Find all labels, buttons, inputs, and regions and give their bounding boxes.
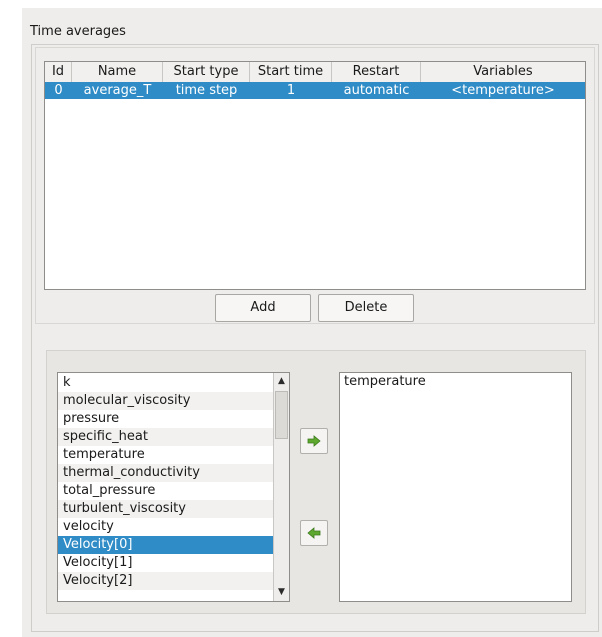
column-header-start-time[interactable]: Start time	[250, 62, 332, 82]
green-right-arrow-icon	[307, 435, 321, 447]
selected-variables-items: temperature	[340, 373, 571, 391]
add-variable-button[interactable]	[300, 428, 328, 454]
list-item[interactable]: Velocity[1]	[58, 554, 274, 572]
column-header-restart[interactable]: Restart	[332, 62, 421, 82]
delete-button[interactable]: Delete	[318, 294, 414, 322]
scroll-down-arrow-icon[interactable]: ▼	[274, 585, 289, 600]
list-item[interactable]: Velocity[2]	[58, 572, 274, 590]
column-header-id[interactable]: Id	[45, 62, 72, 82]
scroll-up-arrow-icon[interactable]: ▲	[274, 374, 289, 389]
cell-name[interactable]: average_T	[72, 82, 163, 99]
list-item[interactable]: temperature	[340, 373, 571, 391]
list-item[interactable]: velocity	[58, 518, 274, 536]
list-item[interactable]: temperature	[58, 446, 274, 464]
list-item[interactable]: molecular_viscosity	[58, 392, 274, 410]
green-left-arrow-icon	[307, 527, 321, 539]
list-item[interactable]: thermal_conductivity	[58, 464, 274, 482]
column-header-start-type[interactable]: Start type	[163, 62, 250, 82]
list-item[interactable]: Velocity[0]	[58, 536, 274, 554]
cell-id[interactable]: 0	[45, 82, 72, 99]
cell-restart[interactable]: automatic	[332, 82, 421, 99]
cell-variables[interactable]: <temperature>	[421, 82, 585, 99]
list-item[interactable]: total_pressure	[58, 482, 274, 500]
vertical-scrollbar[interactable]: ▲ ▼	[273, 373, 289, 601]
list-item[interactable]: k	[58, 374, 274, 392]
selected-variables-list[interactable]: temperature	[339, 372, 572, 602]
table-row[interactable]: 0 average_T time step 1 automatic <tempe…	[45, 82, 585, 99]
add-button[interactable]: Add	[215, 294, 311, 322]
table-header: Id Name Start type Start time Restart Va…	[45, 62, 585, 83]
available-variables-items: k molecular_viscosity pressure specific_hea…	[58, 374, 274, 590]
time-averages-table[interactable]: Id Name Start type Start time Restart Va…	[44, 61, 586, 290]
list-item[interactable]: pressure	[58, 410, 274, 428]
scrollbar-thumb[interactable]	[275, 391, 288, 439]
list-item[interactable]: specific_heat	[58, 428, 274, 446]
column-header-variables[interactable]: Variables	[421, 62, 585, 82]
cell-start-time[interactable]: 1	[250, 82, 332, 99]
list-item[interactable]: turbulent_viscosity	[58, 500, 274, 518]
available-variables-list[interactable]: k molecular_viscosity pressure specific_hea…	[57, 372, 290, 602]
column-header-name[interactable]: Name	[72, 62, 163, 82]
cell-start-type[interactable]: time step	[163, 82, 250, 99]
group-title: Time averages	[30, 24, 126, 39]
remove-variable-button[interactable]	[300, 520, 328, 546]
